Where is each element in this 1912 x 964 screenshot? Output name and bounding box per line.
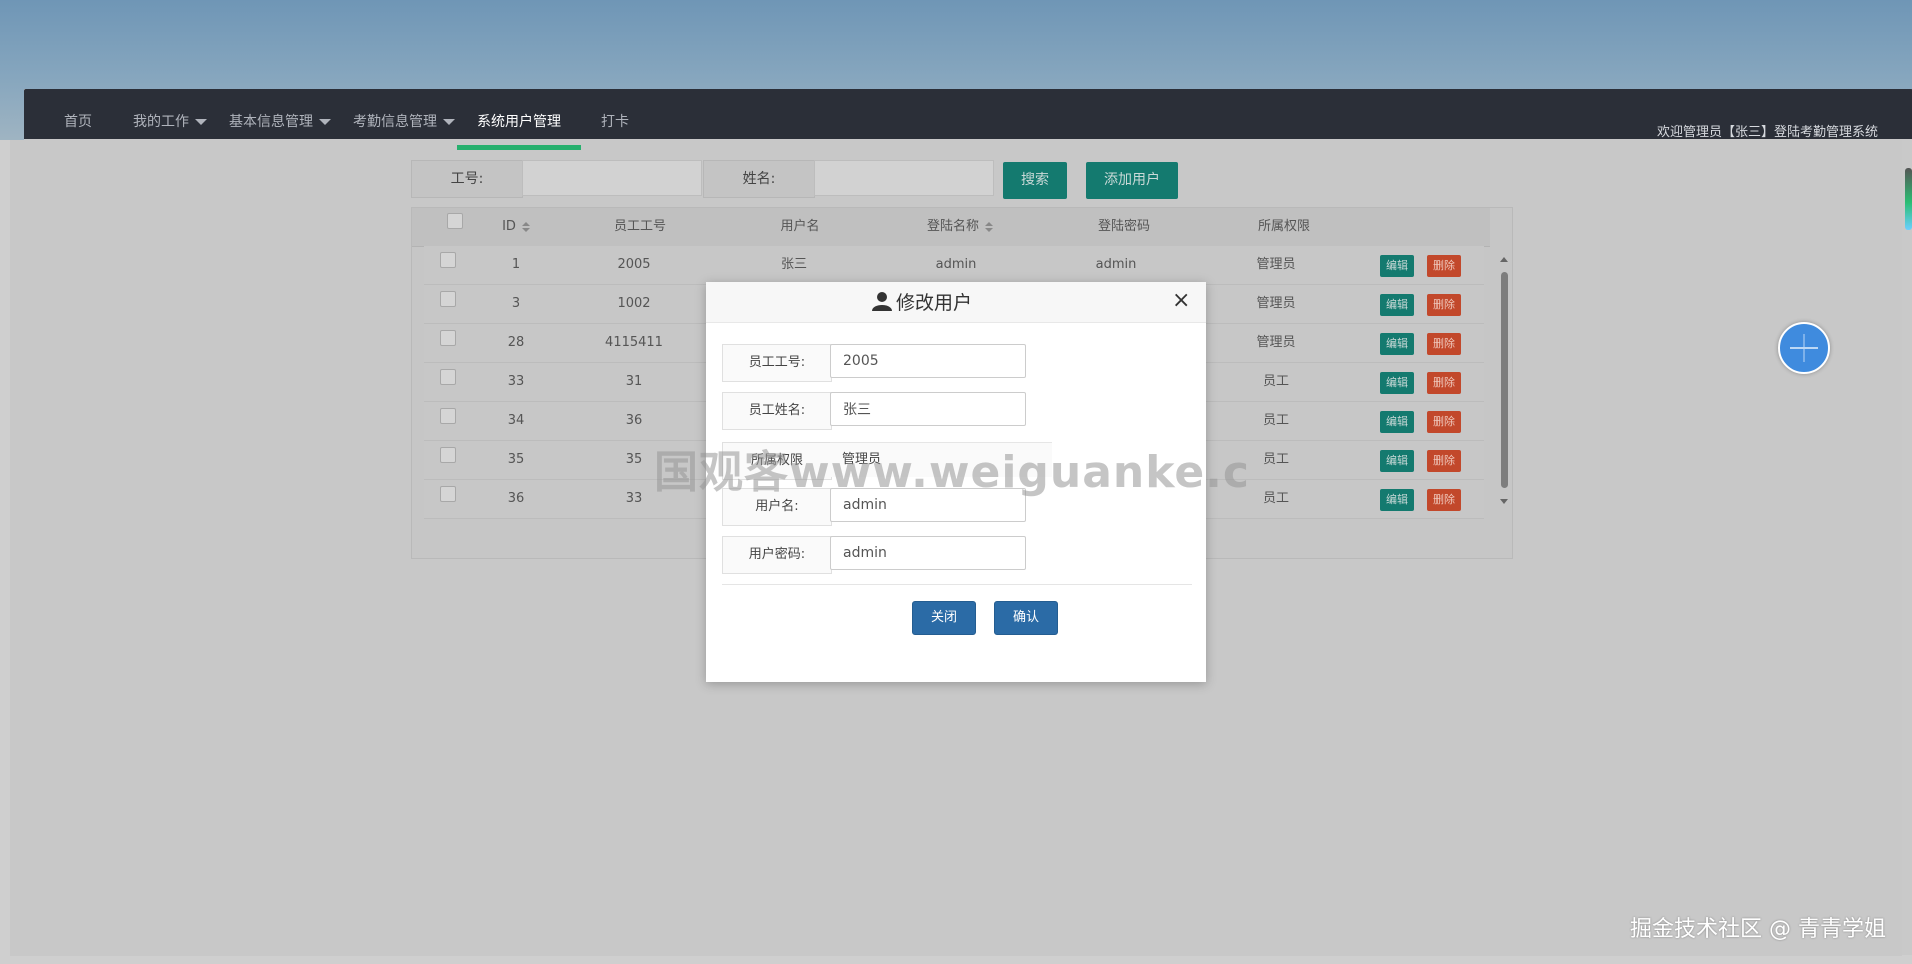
cell-role: 员工 — [1262, 374, 1289, 389]
user-icon — [872, 291, 892, 316]
nav-item-clock-in[interactable]: 打卡 — [601, 111, 629, 131]
nav-item-system-users[interactable]: 系统用户管理 — [477, 111, 561, 131]
add-user-button[interactable]: 添加用户 — [1086, 162, 1178, 199]
caret-down-icon — [195, 119, 207, 125]
active-tab-indicator — [457, 145, 581, 150]
nav-item-attendance-info[interactable]: 考勤信息管理 — [353, 111, 455, 131]
delete-button[interactable]: 删除 — [1427, 411, 1461, 433]
caret-down-icon — [319, 119, 331, 125]
cell-id: 34 — [507, 413, 525, 428]
delete-button[interactable]: 删除 — [1427, 489, 1461, 511]
cell-id: 1 — [511, 257, 521, 272]
header-role: 所属权限 — [1257, 219, 1310, 234]
password-field[interactable] — [830, 536, 1026, 570]
cell-role: 管理员 — [1256, 296, 1296, 311]
header-login-name[interactable]: 登陆名称 — [880, 208, 1040, 246]
edit-button[interactable]: 编辑 — [1380, 294, 1414, 316]
cell-id: 35 — [507, 452, 525, 467]
delete-button[interactable]: 删除 — [1427, 333, 1461, 355]
emp-name-field[interactable] — [830, 392, 1026, 426]
row-checkbox[interactable] — [440, 252, 456, 268]
cell-emp-no: 2005 — [617, 257, 651, 272]
cell-emp-no: 4115411 — [605, 335, 663, 350]
delete-button[interactable]: 删除 — [1427, 294, 1461, 316]
edit-button[interactable]: 编辑 — [1380, 372, 1414, 394]
search-button[interactable]: 搜索 — [1003, 162, 1067, 199]
edit-button[interactable]: 编辑 — [1380, 333, 1414, 355]
cell-id: 28 — [507, 335, 525, 350]
modal-title: 修改用户 — [872, 288, 972, 316]
nav-item-basic-info[interactable]: 基本信息管理 — [229, 111, 331, 131]
cell-id: 33 — [507, 374, 525, 389]
emp-name-field-label: 员工姓名: — [722, 392, 832, 430]
welcome-text: 欢迎管理员【张三】登陆考勤管理系统 — [1656, 125, 1878, 140]
row-checkbox[interactable] — [440, 291, 456, 307]
modal-divider — [722, 584, 1192, 585]
sort-icon[interactable] — [985, 221, 993, 232]
emp-no-label: 工号: — [411, 160, 523, 198]
cell-role: 管理员 — [1256, 335, 1296, 350]
name-label: 姓名: — [703, 160, 815, 198]
cell-login: admin — [935, 257, 977, 272]
cell-role: 员工 — [1262, 413, 1289, 428]
scroll-thumb[interactable] — [1501, 272, 1508, 488]
scroll-down-icon[interactable] — [1500, 499, 1508, 504]
header-login-password: 登陆密码 — [1097, 219, 1150, 234]
delete-button[interactable]: 删除 — [1427, 372, 1461, 394]
cell-id: 36 — [507, 491, 525, 506]
select-all-checkbox[interactable] — [447, 213, 463, 229]
row-checkbox[interactable] — [440, 369, 456, 385]
edit-button[interactable]: 编辑 — [1380, 489, 1414, 511]
nav-item-home[interactable]: 首页 — [64, 111, 92, 131]
edit-button[interactable]: 编辑 — [1380, 255, 1414, 277]
emp-no-field[interactable] — [830, 344, 1026, 378]
edit-button[interactable]: 编辑 — [1380, 450, 1414, 472]
floating-assistant-button[interactable] — [1778, 322, 1830, 374]
header-emp-no: 员工工号 — [613, 219, 666, 234]
close-button[interactable]: 关闭 — [912, 601, 976, 635]
cell-username: 张三 — [780, 257, 807, 272]
row-checkbox[interactable] — [440, 486, 456, 502]
emp-no-search-input[interactable] — [522, 160, 702, 196]
close-icon[interactable]: × — [1172, 290, 1190, 312]
header-id[interactable]: ID — [472, 208, 560, 246]
cell-id: 3 — [511, 296, 521, 311]
caret-down-icon — [443, 119, 455, 125]
header-username: 用户名 — [780, 219, 820, 234]
watermark: 国观客www.weiguanke.c — [654, 447, 1250, 498]
row-checkbox[interactable] — [440, 408, 456, 424]
cell-emp-no: 36 — [625, 413, 643, 428]
sort-icon[interactable] — [521, 221, 530, 232]
attribution-text: 掘金技术社区 @ 青青学姐 — [1630, 917, 1886, 942]
row-checkbox[interactable] — [440, 447, 456, 463]
cell-password: admin — [1095, 257, 1137, 272]
cell-role: 管理员 — [1256, 257, 1296, 272]
row-checkbox[interactable] — [440, 330, 456, 346]
password-field-label: 用户密码: — [722, 536, 832, 574]
emp-no-field-label: 员工工号: — [722, 344, 832, 382]
name-search-input[interactable] — [814, 160, 994, 196]
nav-item-my-work[interactable]: 我的工作 — [133, 111, 207, 131]
side-panel-tab[interactable] — [1905, 168, 1912, 230]
delete-button[interactable]: 删除 — [1427, 255, 1461, 277]
edit-button[interactable]: 编辑 — [1380, 411, 1414, 433]
cell-emp-no: 31 — [625, 374, 643, 389]
scroll-up-icon[interactable] — [1500, 257, 1508, 262]
cell-emp-no: 1002 — [617, 296, 651, 311]
delete-button[interactable]: 删除 — [1427, 450, 1461, 472]
confirm-button[interactable]: 确认 — [994, 601, 1058, 635]
